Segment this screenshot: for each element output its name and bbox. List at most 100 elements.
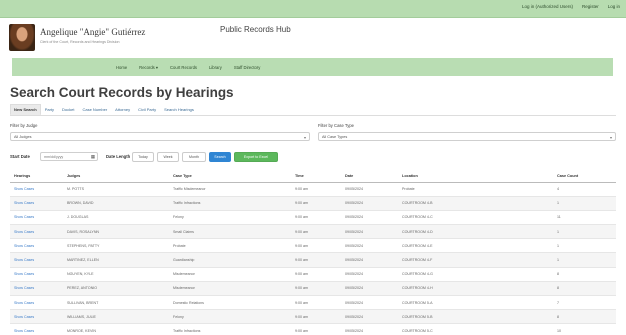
- time-cell: 9:00 am: [291, 224, 341, 240]
- nav-item-staff-directory[interactable]: Staff Directory: [234, 65, 260, 70]
- case-type-cell: Probate: [169, 238, 291, 254]
- case-type-cell: Small Claims: [169, 224, 291, 240]
- nav-item-court-records[interactable]: Court Records: [170, 65, 197, 70]
- official-subtitle: Clerk of the Court, Records and Hearings…: [40, 40, 120, 44]
- tab-civil-party[interactable]: Civil Party: [134, 104, 160, 115]
- table-row: Show Cases BROWN, DAVID Traffic Infracti…: [10, 196, 616, 211]
- tab-search-hearings[interactable]: Search Hearings: [160, 104, 198, 115]
- chevron-down-icon: ▾: [303, 135, 306, 140]
- case-type-cell: Misdemeanor: [169, 267, 291, 282]
- tab-party[interactable]: Party: [41, 104, 58, 115]
- start-date-value: mm/dd/yyyy: [44, 155, 64, 159]
- site-title[interactable]: Public Records Hub: [220, 25, 291, 34]
- column-header-date[interactable]: Date: [341, 170, 398, 183]
- column-header-hearings[interactable]: Hearings: [10, 170, 63, 183]
- tab-attorney[interactable]: Attorney: [111, 104, 134, 115]
- table-row: Show Cases NGUYEN, KYLE Misdemeanor 9:00…: [10, 267, 616, 282]
- show-cases-link[interactable]: Show Cases: [10, 196, 63, 211]
- case-count-cell: 1: [553, 252, 616, 268]
- nav-item-home[interactable]: Home: [116, 65, 127, 70]
- search-tabs: New Search Party Docket Case Number Atto…: [10, 104, 616, 116]
- time-cell: 9:00 am: [291, 281, 341, 297]
- column-header-case-count[interactable]: Case Count: [553, 170, 616, 183]
- case-count-cell: 1: [553, 224, 616, 240]
- table-row: Show Cases SULLIVAN, BRENT Domestic Rela…: [10, 295, 616, 311]
- show-cases-link[interactable]: Show Cases: [10, 281, 63, 297]
- site-header: Angelique "Angie" Gutiérrez Clerk of the…: [0, 18, 626, 58]
- profile-photo: [9, 24, 35, 51]
- register-link[interactable]: Register: [582, 4, 599, 9]
- case-count-cell: 8: [553, 267, 616, 282]
- table-row: Show Cases WILLIAMS, JULIE Felony 9:00 a…: [10, 309, 616, 325]
- casetype-select[interactable]: All Case Types ▾: [318, 132, 616, 141]
- table-header-row: Hearings Judges Case Type Time Date Loca…: [10, 170, 616, 183]
- search-button[interactable]: Search: [209, 152, 231, 162]
- judge-filter-label: Filter by Judge: [10, 123, 38, 128]
- date-cell: 09/05/2024: [341, 238, 398, 254]
- column-header-time[interactable]: Time: [291, 170, 341, 183]
- case-type-cell: Traffic Infractions: [169, 196, 291, 211]
- case-type-cell: Traffic Infractions: [169, 323, 291, 335]
- start-date-input[interactable]: mm/dd/yyyy ▦: [40, 152, 98, 161]
- show-cases-link[interactable]: Show Cases: [10, 267, 63, 282]
- time-cell: 9:00 am: [291, 182, 341, 197]
- judge-cell: PEREZ, ANTONIO: [63, 281, 169, 297]
- time-cell: 9:00 am: [291, 295, 341, 311]
- location-cell: COURTROOM 5-C: [398, 323, 553, 335]
- date-cell: 09/05/2024: [341, 252, 398, 268]
- official-name: Angelique "Angie" Gutiérrez: [40, 27, 146, 37]
- time-cell: 9:00 am: [291, 252, 341, 268]
- nav-item-library[interactable]: Library: [209, 65, 222, 70]
- show-cases-link[interactable]: Show Cases: [10, 182, 63, 197]
- calendar-icon[interactable]: ▦: [91, 154, 95, 160]
- show-cases-link[interactable]: Show Cases: [10, 210, 63, 226]
- location-cell: COURTROOM 4-H: [398, 281, 553, 297]
- table-row: Show Cases PEREZ, ANTONIO Misdemeanor 9:…: [10, 281, 616, 297]
- tab-new-search[interactable]: New Search: [10, 104, 41, 115]
- table-row: Show Cases STEPHENS, PATTY Probate 9:00 …: [10, 238, 616, 254]
- date-cell: 09/05/2024: [341, 295, 398, 311]
- show-cases-link[interactable]: Show Cases: [10, 295, 63, 311]
- location-cell: COURTROOM 5-B: [398, 309, 553, 325]
- case-type-cell: Traffic Misdemeanor: [169, 182, 291, 197]
- case-count-cell: 7: [553, 295, 616, 311]
- location-cell: COURTROOM 4-C: [398, 210, 553, 226]
- table-row: Show Cases MONROE, KEVIN Traffic Infract…: [10, 323, 616, 335]
- column-header-case-type[interactable]: Case Type: [169, 170, 291, 183]
- judge-select[interactable]: All Judges ▾: [10, 132, 310, 141]
- table-row: Show Cases M. POTTS Traffic Misdemeanor …: [10, 182, 616, 197]
- judge-cell: STEPHENS, PATTY: [63, 238, 169, 254]
- column-header-judges[interactable]: Judges: [63, 170, 169, 183]
- case-type-cell: Guardianship: [169, 252, 291, 268]
- judge-cell: DAVIS, ROSALYNN: [63, 224, 169, 240]
- show-cases-link[interactable]: Show Cases: [10, 252, 63, 268]
- tab-docket[interactable]: Docket: [58, 104, 78, 115]
- show-cases-link[interactable]: Show Cases: [10, 224, 63, 240]
- location-cell: Probate: [398, 182, 553, 197]
- case-type-cell: Felony: [169, 309, 291, 325]
- show-cases-link[interactable]: Show Cases: [10, 238, 63, 254]
- case-count-cell: 8: [553, 309, 616, 325]
- casetype-filter-label: Filter by Case Type: [318, 123, 354, 128]
- today-button[interactable]: Today: [132, 152, 154, 162]
- login-link[interactable]: Log in: [608, 4, 620, 9]
- show-cases-link[interactable]: Show Cases: [10, 309, 63, 325]
- location-cell: COURTROOM 4-D: [398, 224, 553, 240]
- month-button[interactable]: Month: [182, 152, 206, 162]
- export-excel-button[interactable]: Export to Excel: [234, 152, 278, 162]
- show-cases-link[interactable]: Show Cases: [10, 323, 63, 335]
- date-cell: 09/05/2024: [341, 309, 398, 325]
- hearings-table: Hearings Judges Case Type Time Date Loca…: [10, 170, 616, 335]
- nav-item-records[interactable]: Records ▾: [139, 65, 158, 70]
- authorized-login-link[interactable]: Log in (Authorized Users): [522, 4, 573, 9]
- search-controls: Start Date mm/dd/yyyy ▦ Date Length Toda…: [10, 151, 616, 163]
- time-cell: 9:00 am: [291, 238, 341, 254]
- tab-case-number[interactable]: Case Number: [78, 104, 111, 115]
- judge-cell: BROWN, DAVID: [63, 196, 169, 211]
- date-cell: 09/05/2024: [341, 210, 398, 226]
- date-cell: 09/05/2024: [341, 323, 398, 335]
- column-header-location[interactable]: Location: [398, 170, 553, 183]
- top-links: Log in (Authorized Users) Register Log i…: [522, 4, 620, 9]
- date-cell: 09/05/2024: [341, 267, 398, 282]
- week-button[interactable]: Week: [157, 152, 179, 162]
